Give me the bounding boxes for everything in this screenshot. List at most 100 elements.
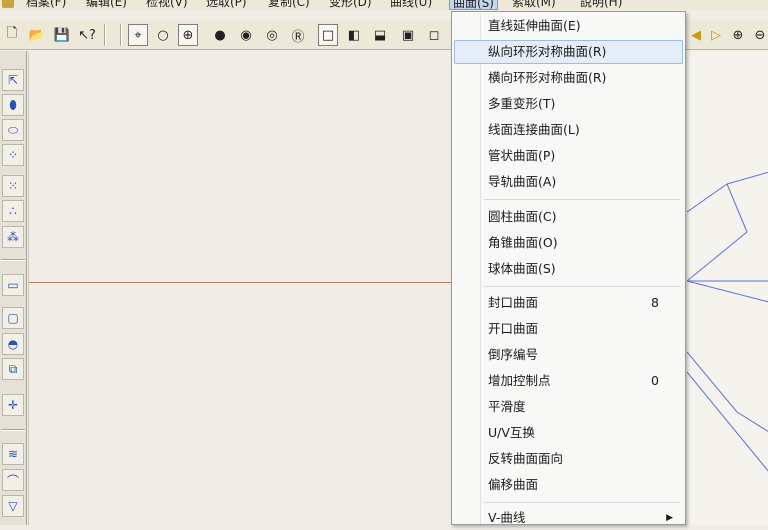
menu-file[interactable]: 档案(F) (26, 0, 66, 10)
diagonal-points-icon[interactable]: ⁘ (2, 144, 24, 166)
right-viewport[interactable] (686, 52, 768, 525)
menu-item-uv-swap[interactable]: U/V互换 (454, 421, 683, 445)
menu-item-reverse-numbering[interactable]: 倒序编号 (454, 343, 683, 367)
wireframe-edge (736, 411, 768, 432)
menu-item-horizontal-ring-surface[interactable]: 横向环形对称曲面(R) (454, 66, 683, 90)
menu-item-multi-deform[interactable]: 多重变形(T) (454, 92, 683, 116)
circle-icon[interactable]: ○ (153, 24, 173, 46)
point-grid-icon[interactable]: ⁙ (2, 175, 24, 197)
point-ring-icon[interactable]: ⁂ (2, 226, 24, 248)
r-circle-icon[interactable]: Ⓡ (288, 24, 308, 46)
menu-item-cone-surface[interactable]: 角锥曲面(O) (454, 231, 683, 255)
menu-curve[interactable]: 曲线(U) (390, 0, 432, 10)
toolbar-separator (104, 24, 106, 46)
new-file-icon[interactable]: 🗋 (2, 24, 22, 46)
half-square-bottom-icon[interactable]: ⬓ (370, 24, 390, 46)
menu-select[interactable]: 选取(P) (206, 0, 247, 10)
zoom-in-icon[interactable]: ⊕ (728, 24, 748, 46)
move-point-icon[interactable]: ✛ (2, 394, 24, 416)
stacked-ellipse-icon[interactable]: ⬭ (2, 119, 24, 141)
menu-item-label: 开口曲面 (488, 321, 539, 336)
triangle-down-icon[interactable]: ▽ (2, 495, 24, 517)
menu-surface[interactable]: 曲面(S) (449, 0, 498, 10)
wireframe-edge (726, 171, 768, 185)
menu-item-cylinder-surface[interactable]: 圆柱曲面(C) (454, 205, 683, 229)
filled-circle-icon[interactable]: ● (210, 24, 230, 46)
menu-item-label: 直线延伸曲面(E) (488, 18, 581, 33)
menu-item-sphere-surface[interactable]: 球体曲面(S) (454, 257, 683, 281)
wireframe-drawing (686, 171, 768, 472)
menu-item-label: V-曲线 (488, 510, 526, 525)
menu-item-open-surface[interactable]: 开口曲面 (454, 317, 683, 341)
submenu-arrow-icon: ▶ (666, 513, 673, 523)
half-square-left-icon[interactable]: ◧ (344, 24, 364, 46)
target-icon[interactable]: ⊕ (178, 24, 198, 46)
gray-circle-icon[interactable]: ◉ (236, 24, 256, 46)
bold-square-icon[interactable]: ▣ (398, 24, 418, 46)
menu-item-offset-surface[interactable]: 偏移曲面 (454, 473, 683, 497)
wireframe-edge (686, 371, 768, 472)
menu-item-label: 球体曲面(S) (488, 261, 556, 276)
menu-item-rail-surface[interactable]: 导轨曲面(A) (454, 170, 683, 194)
menu-item-label: 纵向环形对称曲面(R) (488, 44, 607, 59)
menu-item-line-connect-surface[interactable]: 线面连接曲面(L) (454, 118, 683, 142)
menu-item-value: 8 (651, 295, 659, 310)
wireframe-edge (726, 183, 748, 233)
menu-separator (484, 286, 680, 287)
save-icon[interactable]: 💾 (52, 24, 72, 46)
rect-select-icon[interactable]: ▢ (2, 307, 24, 329)
play-back-icon[interactable]: ◀ (686, 24, 706, 46)
menu-item-tube-surface[interactable]: 管状曲面(P) (454, 144, 683, 168)
menu-item-label: 圆柱曲面(C) (488, 209, 557, 224)
help-pointer-icon[interactable]: ↖? (77, 24, 97, 46)
menu-item-close-surface[interactable]: 封口曲面 8 (454, 291, 683, 315)
menu-item-label: 线面连接曲面(L) (488, 122, 580, 137)
menu-bar: 档案(F) 编辑(E) 检视(V) 选取(P) 复制(C) 变形(D) 曲线(U… (0, 0, 768, 10)
play-forward-icon[interactable]: ▷ (706, 24, 726, 46)
menu-copy[interactable]: 复制(C) (268, 0, 310, 10)
menu-separator (484, 199, 680, 200)
menu-item-label: 多重变形(T) (488, 96, 556, 111)
curve-points-icon[interactable]: ∴ (2, 200, 24, 222)
menu-item-label: 横向环形对称曲面(R) (488, 70, 607, 85)
left-toolbar-separator (1, 429, 25, 431)
left-toolbar: ⇱ ⬮ ⬭ ⁘ ⁙ ∴ ⁂ ▭ ▢ ◓ ⧉ ✛ ≋ ⌒ ▽ (0, 51, 27, 525)
menu-view[interactable]: 检视(V) (146, 0, 188, 10)
wireframe-edge (686, 183, 728, 213)
dual-ellipse-icon[interactable]: ⬮ (2, 94, 24, 116)
menu-item-v-curve[interactable]: V-曲线 ▶ (454, 506, 683, 530)
left-toolbar-separator (1, 259, 25, 261)
menu-fetch[interactable]: 索取(M) (512, 0, 556, 10)
menu-item-value: 0 (651, 373, 659, 388)
menu-item-add-control-point[interactable]: 增加控制点 0 (454, 369, 683, 393)
menu-item-label: 反转曲面面向 (488, 451, 564, 466)
menu-item-label: 平滑度 (488, 399, 526, 414)
point-snap-icon[interactable]: ⌖ (128, 24, 148, 46)
menu-item-flip-surface-normal[interactable]: 反转曲面面向 (454, 447, 683, 471)
wave-surface-icon[interactable]: ≋ (2, 443, 24, 465)
toolbar-separator (120, 24, 122, 46)
menu-edit[interactable]: 编辑(E) (86, 0, 127, 10)
menu-transform[interactable]: 变形(D) (329, 0, 372, 10)
ring-circle-icon[interactable]: ◎ (262, 24, 282, 46)
menu-help[interactable]: 說明(H) (580, 0, 622, 10)
app-icon (2, 0, 14, 8)
arc-surface-icon[interactable]: ⌒ (2, 469, 24, 491)
menu-item-vertical-ring-surface[interactable]: 纵向环形对称曲面(R) (454, 40, 683, 64)
menu-item-smoothness[interactable]: 平滑度 (454, 395, 683, 419)
wireframe-edge (686, 280, 768, 303)
copy-rect-icon[interactable]: ⧉ (2, 358, 24, 380)
menu-item-line-extend-surface[interactable]: 直线延伸曲面(E) (454, 14, 683, 38)
menu-item-label: 倒序编号 (488, 347, 539, 362)
square-outline-icon[interactable]: ◻ (424, 24, 444, 46)
zoom-out-icon[interactable]: ⊖ (750, 24, 768, 46)
surface-menu-dropdown: 直线延伸曲面(E) 纵向环形对称曲面(R) 横向环形对称曲面(R) 多重变形(T… (451, 11, 686, 525)
menu-separator (484, 502, 680, 503)
open-folder-icon[interactable]: 📂 (27, 24, 47, 46)
select-arrow-icon[interactable]: ⇱ (2, 69, 24, 91)
horizontal-guide-line (29, 282, 459, 283)
small-rect-icon[interactable]: ▭ (2, 274, 24, 296)
half-circle-icon[interactable]: ◓ (2, 333, 24, 355)
square-icon[interactable]: □ (318, 24, 338, 46)
menu-item-label: 偏移曲面 (488, 477, 539, 492)
